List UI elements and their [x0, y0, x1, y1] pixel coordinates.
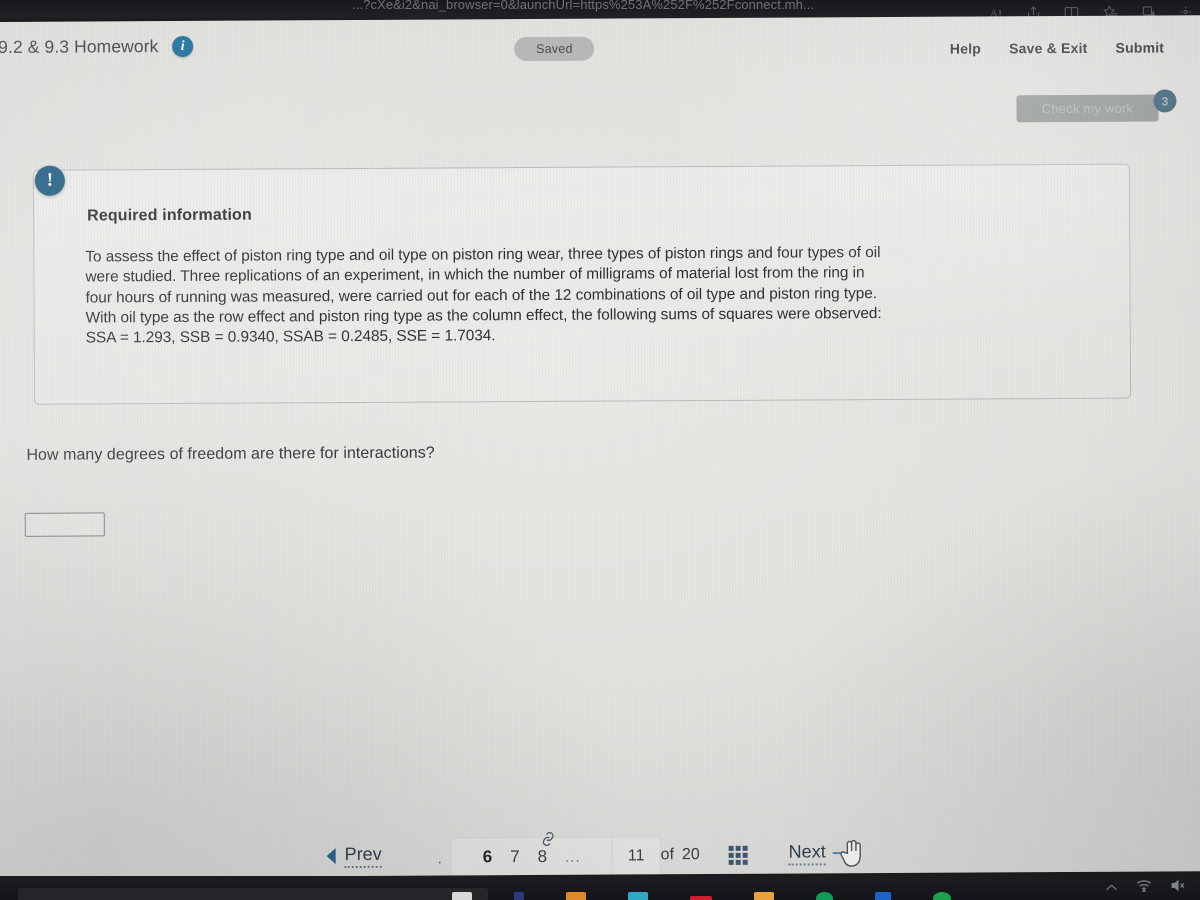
taskbar-app-icon[interactable]	[514, 892, 524, 900]
prev-label: Prev	[344, 843, 382, 869]
page-number-7[interactable]: 7	[510, 847, 520, 867]
grid-cell	[728, 852, 734, 858]
windows-taskbar	[0, 876, 1200, 900]
page-total-label: of 20	[661, 846, 700, 864]
grid-cell	[742, 859, 748, 865]
taskbar-app-icon[interactable]	[816, 892, 833, 900]
total-pages: 20	[681, 846, 700, 864]
check-my-work-group: Check my work 3	[1016, 89, 1177, 123]
grid-cell	[735, 859, 741, 865]
of-word: of	[660, 846, 675, 864]
wifi-icon[interactable]	[1136, 879, 1152, 897]
taskbar-app-icon[interactable]	[875, 892, 891, 900]
taskbar-app-icon[interactable]	[690, 896, 712, 900]
taskbar-app-icon[interactable]	[628, 892, 648, 900]
grid-view-icon[interactable]	[728, 845, 748, 865]
grid-cell	[742, 852, 748, 858]
taskbar-app-icon[interactable]	[754, 892, 774, 900]
taskbar-app-icon[interactable]	[566, 892, 586, 900]
photographed-screen: ...?cXe&i2&nai_browser=0&launchUrl=https…	[0, 0, 1200, 900]
exclamation-icon: !	[34, 165, 65, 196]
link-icon	[539, 829, 559, 852]
pager-dot	[438, 861, 441, 864]
show-hidden-icons[interactable]	[1105, 879, 1118, 897]
page-number-6[interactable]: 6	[483, 847, 493, 867]
answer-input[interactable]	[24, 512, 105, 537]
status-badge: Saved	[514, 36, 595, 62]
prev-button[interactable]: Prev	[326, 843, 382, 869]
info-icon[interactable]: i	[172, 35, 194, 58]
grid-cell	[728, 859, 734, 865]
chevron-left-icon	[326, 848, 336, 865]
submit-link[interactable]: Submit	[1115, 39, 1164, 55]
pagination-bar: Prev 6 7 8 ... 11 of 20 Next	[0, 831, 1200, 878]
help-link[interactable]: Help	[950, 40, 981, 56]
grid-cell	[735, 845, 741, 851]
taskbar-app-icons	[452, 883, 951, 900]
taskbar-app-icon[interactable]	[933, 892, 951, 900]
check-my-work-button[interactable]: Check my work	[1016, 94, 1159, 123]
current-page-number[interactable]: 11	[612, 836, 661, 877]
save-and-exit-link[interactable]: Save & Exit	[1009, 40, 1088, 56]
hand-cursor-icon	[839, 838, 865, 868]
grid-cell	[728, 845, 734, 851]
assignment-header: 9.2 & 9.3 Homework i Saved Help Save & E…	[0, 21, 1200, 80]
address-bar-url[interactable]: ...?cXe&i2&nai_browser=0&launchUrl=https…	[352, 0, 814, 12]
header-actions: Help Save & Exit Submit	[950, 39, 1164, 56]
volume-muted-icon[interactable]	[1170, 879, 1186, 897]
page-title: 9.2 & 9.3 Homework	[0, 36, 159, 57]
grid-cell	[735, 852, 741, 858]
taskbar-app-icon[interactable]	[452, 892, 472, 900]
next-label: Next	[788, 841, 826, 866]
grid-cell	[742, 845, 748, 851]
page-number-group: 6 7 8 ...	[450, 836, 613, 878]
taskbar-window-group[interactable]	[18, 888, 488, 900]
attempts-badge: 3	[1153, 89, 1177, 113]
question-prompt: How many degrees of freedom are there fo…	[26, 444, 435, 464]
required-information-body: To assess the effect of piston ring type…	[85, 242, 1076, 349]
required-information-title: Required information	[87, 206, 252, 225]
page-ellipsis[interactable]: ...	[565, 848, 581, 865]
system-tray	[1105, 879, 1186, 897]
page-viewport: 9.2 & 9.3 Homework i Saved Help Save & E…	[0, 15, 1200, 878]
